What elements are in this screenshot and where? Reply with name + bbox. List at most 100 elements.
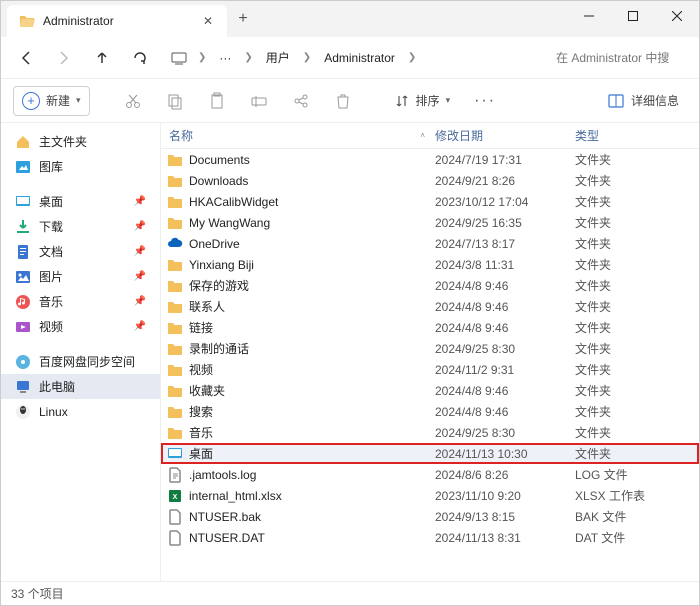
file-date: 2024/9/25 16:35 — [435, 216, 575, 230]
column-type[interactable]: 类型 — [575, 127, 691, 144]
file-row[interactable]: internal_html.xlsx2023/11/10 9:20XLSX 工作… — [161, 485, 699, 506]
rename-icon[interactable] — [242, 84, 276, 118]
file-name: .jamtools.log — [189, 468, 256, 482]
window-tab[interactable]: Administrator ✕ — [7, 5, 227, 37]
file-date: 2024/9/25 8:30 — [435, 426, 575, 440]
file-row[interactable]: My WangWang2024/9/25 16:35文件夹 — [161, 212, 699, 233]
sidebar-item[interactable]: 百度网盘同步空间 — [1, 349, 160, 374]
file-row[interactable]: NTUSER.DAT2024/11/13 8:31DAT 文件 — [161, 527, 699, 548]
pin-icon: 📌 — [134, 221, 146, 232]
folder-icon — [167, 173, 183, 189]
main-area: 主文件夹图库桌面📌下载📌文档📌图片📌音乐📌视频📌百度网盘同步空间此电脑Linux… — [1, 123, 699, 581]
pin-icon: 📌 — [134, 246, 146, 257]
file-row[interactable]: 音乐2024/9/25 8:30文件夹 — [161, 422, 699, 443]
music-icon — [15, 294, 31, 310]
sidebar-item[interactable]: 桌面📌 — [1, 189, 160, 214]
sort-icon — [394, 93, 410, 109]
file-row[interactable]: Documents2024/7/19 17:31文件夹 — [161, 149, 699, 170]
file-list[interactable]: Documents2024/7/19 17:31文件夹Downloads2024… — [161, 149, 699, 581]
sidebar-item[interactable]: 图库 — [1, 154, 160, 179]
paste-icon[interactable] — [200, 84, 234, 118]
file-row[interactable]: NTUSER.bak2024/9/13 8:15BAK 文件 — [161, 506, 699, 527]
file-date: 2024/9/13 8:15 — [435, 510, 575, 524]
file-type: 文件夹 — [575, 298, 693, 315]
minimize-button[interactable] — [567, 1, 611, 31]
file-row[interactable]: 链接2024/4/8 9:46文件夹 — [161, 317, 699, 338]
new-tab-button[interactable]: + — [227, 3, 259, 35]
sidebar-item[interactable]: 下载📌 — [1, 214, 160, 239]
file-name: 桌面 — [189, 445, 213, 462]
sidebar-item[interactable]: Linux — [1, 399, 160, 424]
chevron-right-icon[interactable]: ❯ — [241, 52, 255, 63]
file-row[interactable]: 收藏夹2024/4/8 9:46文件夹 — [161, 380, 699, 401]
share-icon[interactable] — [284, 84, 318, 118]
copy-icon[interactable] — [158, 84, 192, 118]
file-row[interactable]: Downloads2024/9/21 8:26文件夹 — [161, 170, 699, 191]
delete-icon[interactable] — [326, 84, 360, 118]
file-date: 2024/4/8 9:46 — [435, 321, 575, 335]
file-icon — [167, 509, 183, 525]
breadcrumb-item[interactable]: Administrator — [320, 49, 399, 67]
cut-icon[interactable] — [116, 84, 150, 118]
sort-button[interactable]: 排序 ▾ — [386, 86, 459, 116]
file-type: 文件夹 — [575, 403, 693, 420]
file-type: 文件夹 — [575, 424, 693, 441]
forward-button[interactable] — [47, 41, 81, 75]
cloud-icon — [167, 236, 183, 252]
title-bar: Administrator ✕ + — [1, 1, 699, 37]
file-date: 2024/9/25 8:30 — [435, 342, 575, 356]
sidebar-item[interactable]: 此电脑 — [1, 374, 160, 399]
new-button[interactable]: + 新建 ▾ — [13, 86, 90, 116]
file-name: 视频 — [189, 361, 213, 378]
sidebar-item-label: 此电脑 — [39, 378, 146, 395]
file-row[interactable]: OneDrive2024/7/13 8:17文件夹 — [161, 233, 699, 254]
folder-icon — [167, 404, 183, 420]
file-row[interactable]: HKACalibWidget2023/10/12 17:04文件夹 — [161, 191, 699, 212]
sidebar-item[interactable]: 主文件夹 — [1, 129, 160, 154]
file-row[interactable]: 保存的游戏2024/4/8 9:46文件夹 — [161, 275, 699, 296]
file-row[interactable]: 视频2024/11/2 9:31文件夹 — [161, 359, 699, 380]
refresh-button[interactable] — [123, 41, 157, 75]
folder-icon — [167, 425, 183, 441]
sidebar-item[interactable]: 文档📌 — [1, 239, 160, 264]
up-button[interactable] — [85, 41, 119, 75]
maximize-button[interactable] — [611, 1, 655, 31]
more-button[interactable]: ··· — [466, 86, 504, 116]
details-button[interactable]: 详细信息 — [599, 86, 687, 116]
file-row[interactable]: 录制的通话2024/9/25 8:30文件夹 — [161, 338, 699, 359]
folder-icon — [167, 215, 183, 231]
chevron-right-icon[interactable]: ❯ — [195, 52, 209, 63]
file-icon — [167, 530, 183, 546]
column-headers: 名称˄ 修改日期 类型 — [161, 123, 699, 149]
chevron-right-icon[interactable]: ❯ — [300, 52, 314, 63]
file-row[interactable]: Yinxiang Biji2024/3/8 11:31文件夹 — [161, 254, 699, 275]
sidebar-item[interactable]: 图片📌 — [1, 264, 160, 289]
sidebar-item[interactable]: 视频📌 — [1, 314, 160, 339]
search-input[interactable]: 在 Administrator 中搜 — [556, 49, 691, 66]
desktop-icon — [15, 194, 31, 210]
file-row[interactable]: 搜索2024/4/8 9:46文件夹 — [161, 401, 699, 422]
column-date[interactable]: 修改日期 — [435, 127, 575, 144]
file-name: NTUSER.bak — [189, 510, 261, 524]
file-type: 文件夹 — [575, 256, 693, 273]
new-label: 新建 — [46, 92, 70, 109]
file-name: 保存的游戏 — [189, 277, 249, 294]
window-controls — [567, 1, 699, 31]
sidebar-item[interactable]: 音乐📌 — [1, 289, 160, 314]
close-tab-icon[interactable]: ✕ — [201, 14, 215, 28]
xlsx-icon — [167, 488, 183, 504]
column-name[interactable]: 名称˄ — [169, 127, 435, 144]
breadcrumb-overflow[interactable]: ··· — [215, 49, 235, 67]
file-row[interactable]: 桌面2024/11/13 10:30文件夹 — [161, 443, 699, 464]
chevron-right-icon[interactable]: ❯ — [405, 52, 419, 63]
file-row[interactable]: .jamtools.log2024/8/6 8:26LOG 文件 — [161, 464, 699, 485]
back-button[interactable] — [9, 41, 43, 75]
close-button[interactable] — [655, 1, 699, 31]
file-row[interactable]: 联系人2024/4/8 9:46文件夹 — [161, 296, 699, 317]
sidebar: 主文件夹图库桌面📌下载📌文档📌图片📌音乐📌视频📌百度网盘同步空间此电脑Linux — [1, 123, 161, 581]
folder-icon — [167, 341, 183, 357]
sort-asc-icon: ˄ — [420, 131, 425, 140]
sidebar-item-label: 图片 — [39, 268, 126, 285]
breadcrumb-item[interactable]: 用户 — [262, 47, 294, 68]
breadcrumb[interactable]: ❯ ··· ❯ 用户 ❯ Administrator ❯ — [161, 47, 552, 68]
